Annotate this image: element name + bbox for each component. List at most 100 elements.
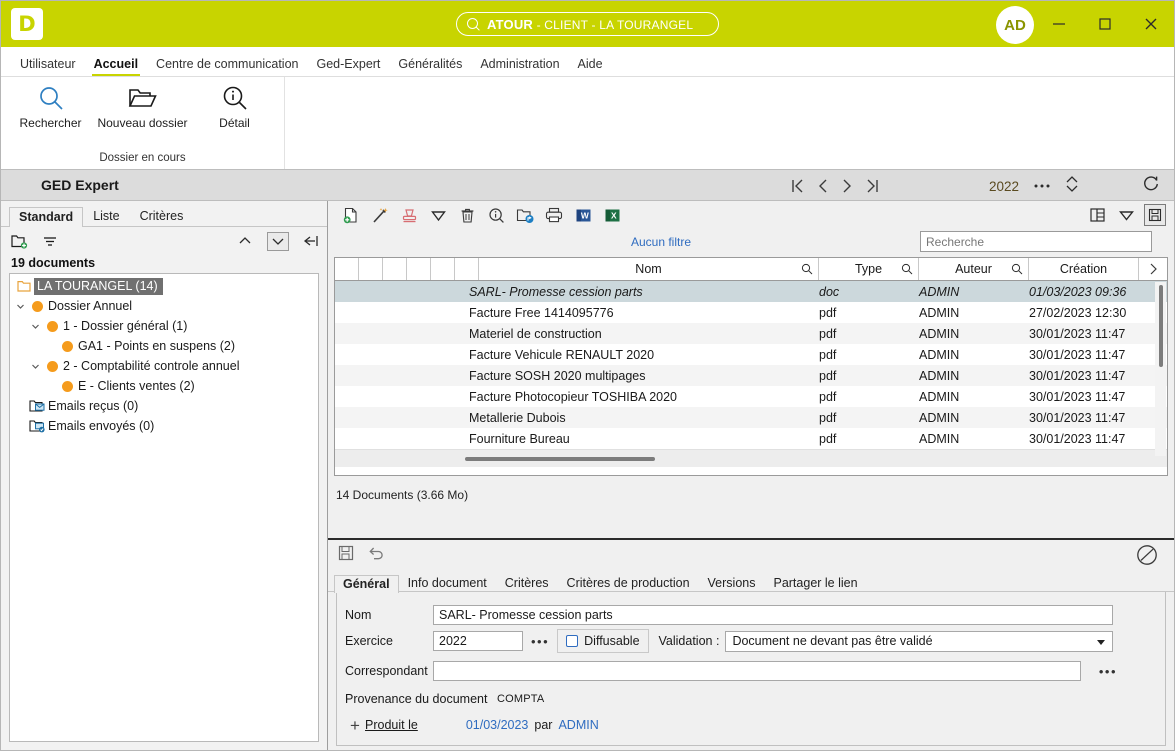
tab-standard[interactable]: Standard (9, 206, 84, 227)
menu-item-administration[interactable]: Administration (471, 57, 568, 76)
tab-general[interactable]: Général (334, 574, 399, 593)
filter-icon[interactable] (42, 234, 58, 248)
table-row[interactable]: Fourniture Bureau pdf ADMIN 30/01/2023 1… (335, 428, 1167, 449)
grid-header-col-2[interactable] (359, 258, 383, 280)
menu-item-ged-expert[interactable]: Ged-Expert (307, 57, 389, 76)
tab-criteres[interactable]: Critères (130, 206, 194, 227)
last-record-icon[interactable] (865, 178, 879, 194)
exercice-more-button[interactable]: ••• (523, 634, 557, 649)
filter-funnel-icon[interactable] (427, 204, 449, 226)
save-icon[interactable] (338, 545, 354, 566)
cell-type: pdf (819, 410, 837, 425)
table-row[interactable]: Facture Vehicule RENAULT 2020 pdf ADMIN … (335, 344, 1167, 365)
previous-record-icon[interactable] (817, 178, 829, 194)
no-entry-icon[interactable] (1136, 544, 1158, 571)
diffusable-checkbox[interactable]: Diffusable (557, 629, 649, 653)
tab-info-document[interactable]: Info document (399, 574, 496, 593)
chevron-down-icon[interactable] (14, 302, 27, 311)
tree-item-comptabilite-controle-annuel[interactable]: 2 - Comptabilité controle annuel (10, 356, 318, 376)
word-export-icon[interactable]: W (572, 204, 594, 226)
ribbon-button-nouveau-dossier[interactable]: Nouveau dossier (97, 83, 189, 131)
grid-header-col-5[interactable] (431, 258, 455, 280)
grid-header-col-6[interactable] (455, 258, 479, 280)
avatar[interactable]: AD (996, 6, 1034, 44)
filter-funnel-icon[interactable] (1115, 204, 1137, 226)
search-icon[interactable] (801, 263, 813, 278)
undo-icon[interactable] (368, 545, 384, 566)
exercice-input[interactable]: 2022 (433, 631, 523, 651)
refresh-button[interactable] (1142, 170, 1160, 202)
ribbon-button-rechercher[interactable]: Rechercher (5, 83, 97, 131)
table-row[interactable]: Facture Photocopieur TOSHIBA 2020 pdf AD… (335, 386, 1167, 407)
tree-item-ga1-points-en-suspens[interactable]: GA1 - Points en suspens (2) (10, 336, 318, 356)
tree-item-emails-envoyes[interactable]: Emails envoyés (0) (10, 416, 318, 436)
menu-item-utilisateur[interactable]: Utilisateur (11, 57, 85, 76)
table-row[interactable]: Facture SOSH 2020 multipages pdf ADMIN 3… (335, 365, 1167, 386)
search-icon[interactable] (1011, 263, 1023, 278)
table-row[interactable]: Materiel de construction pdf ADMIN 30/01… (335, 323, 1167, 344)
grid-header-nom[interactable]: Nom (479, 258, 819, 280)
grid-body[interactable]: SARL- Promesse cession parts doc ADMIN 0… (335, 281, 1167, 475)
excel-export-icon[interactable]: X (601, 204, 623, 226)
vertical-scrollbar[interactable] (1155, 282, 1166, 456)
new-folder-icon[interactable] (11, 234, 28, 249)
move-folder-icon[interactable] (514, 204, 536, 226)
info-search-icon[interactable] (485, 204, 507, 226)
save-layout-icon[interactable] (1144, 204, 1166, 226)
menu-item-centre-de-communication[interactable]: Centre de communication (147, 57, 307, 76)
chevron-down-icon[interactable] (29, 322, 42, 331)
tab-criteres[interactable]: Critères (496, 574, 558, 593)
layout-columns-icon[interactable] (1086, 204, 1108, 226)
tree-item-emails-recus[interactable]: Emails reçus (0) (10, 396, 318, 416)
tab-partager-le-lien[interactable]: Partager le lien (764, 574, 866, 593)
table-row[interactable]: Facture Free 1414095776 pdf ADMIN 27/02/… (335, 302, 1167, 323)
menu-item-accueil[interactable]: Accueil (85, 57, 147, 76)
stamp-icon[interactable] (398, 204, 420, 226)
correspondant-more-button[interactable]: ••• (1091, 664, 1125, 679)
tab-versions[interactable]: Versions (699, 574, 765, 593)
year-selector[interactable]: 2022 (989, 170, 1079, 202)
tree-item-e-clients-ventes[interactable]: E - Clients ventes (2) (10, 376, 318, 396)
year-more-icon[interactable] (1033, 177, 1051, 195)
grid-header-auteur[interactable]: Auteur (919, 258, 1029, 280)
table-row[interactable]: Metallerie Dubois pdf ADMIN 30/01/2023 1… (335, 407, 1167, 428)
print-icon[interactable] (543, 204, 565, 226)
tab-criteres-de-production[interactable]: Critères de production (558, 574, 699, 593)
minimize-icon[interactable] (1036, 1, 1082, 47)
horizontal-scrollbar-thumb[interactable] (465, 456, 655, 461)
grid-header-col-3[interactable] (383, 258, 407, 280)
horizontal-scrollbar[interactable] (335, 449, 1167, 467)
close-icon[interactable] (1128, 1, 1174, 47)
menu-item-generalites[interactable]: Généralités (389, 57, 471, 76)
produit-le-link[interactable]: Produit le (365, 718, 418, 732)
up-down-spinner-icon[interactable] (1065, 175, 1079, 198)
grid-header-col-4[interactable] (407, 258, 431, 280)
edit-wand-icon[interactable] (369, 204, 391, 226)
vertical-scrollbar-thumb[interactable] (1158, 285, 1163, 367)
grid-header-more[interactable] (1139, 258, 1167, 280)
correspondant-input[interactable] (433, 661, 1081, 681)
menu-item-aide[interactable]: Aide (569, 57, 612, 76)
global-search-field[interactable]: ATOUR - CLIENT - LA TOURANGEL (456, 12, 719, 36)
delete-trash-icon[interactable] (456, 204, 478, 226)
grid-search-input[interactable]: Recherche (920, 231, 1152, 252)
nom-input[interactable]: SARL- Promesse cession parts (433, 605, 1113, 625)
grid-header-col-1[interactable] (335, 258, 359, 280)
add-document-icon[interactable] (340, 204, 362, 226)
table-row[interactable]: SARL- Promesse cession parts doc ADMIN 0… (335, 281, 1167, 302)
grid-header-type[interactable]: Type (819, 258, 919, 280)
tree-item-dossier-annuel[interactable]: Dossier Annuel (10, 296, 318, 316)
grid-header-creation[interactable]: Création (1029, 258, 1139, 280)
first-record-icon[interactable] (791, 178, 805, 194)
next-record-icon[interactable] (841, 178, 853, 194)
ribbon-button-detail[interactable]: Détail (189, 83, 281, 131)
chevron-down-icon[interactable] (29, 362, 42, 371)
tree-item-dossier-general[interactable]: 1 - Dossier général (1) (10, 316, 318, 336)
maximize-icon[interactable] (1082, 1, 1128, 47)
search-icon[interactable] (901, 263, 913, 278)
tree-item-la-tourangel[interactable]: LA TOURANGEL (14) (10, 276, 318, 296)
add-row-icon[interactable]: + (345, 717, 365, 734)
tab-liste[interactable]: Liste (83, 206, 129, 227)
folder-tree[interactable]: LA TOURANGEL (14) Dossier Annuel 1 - Dos… (9, 273, 319, 742)
validation-select[interactable]: Document ne devant pas être validé (725, 630, 1113, 652)
